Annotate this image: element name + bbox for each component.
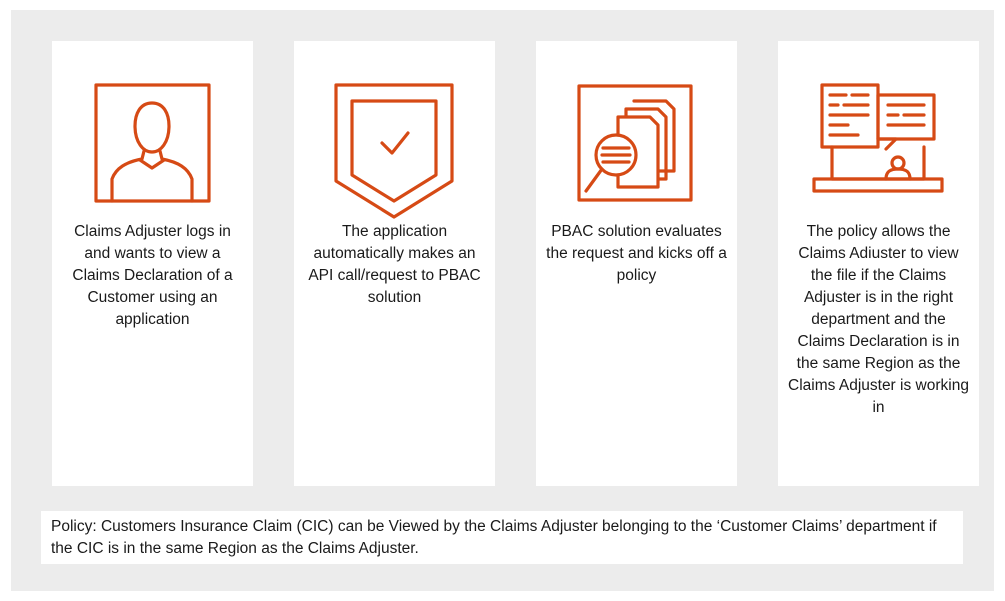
laptop-document-user-icon (778, 41, 979, 221)
step-2-description: The application automatically makes an A… (308, 223, 481, 306)
document-magnifier-icon (536, 41, 737, 221)
step-card-1: Claims Adjuster logs in and wants to vie… (52, 41, 253, 486)
policy-statement: Policy: Customers Insurance Claim (CIC) … (41, 511, 963, 564)
shield-check-icon (294, 41, 495, 221)
step-card-2: The application automatically makes an A… (294, 41, 495, 486)
step-3-description: PBAC solution evaluates the request and … (546, 223, 727, 284)
step-1-description: Claims Adjuster logs in and wants to vie… (72, 223, 233, 328)
step-card-4: The policy allows the Claims Adiuster to… (778, 41, 979, 486)
step-4-description: The policy allows the Claims Adiuster to… (788, 223, 969, 416)
user-profile-icon (52, 41, 253, 221)
step-card-3: PBAC solution evaluates the request and … (536, 41, 737, 486)
